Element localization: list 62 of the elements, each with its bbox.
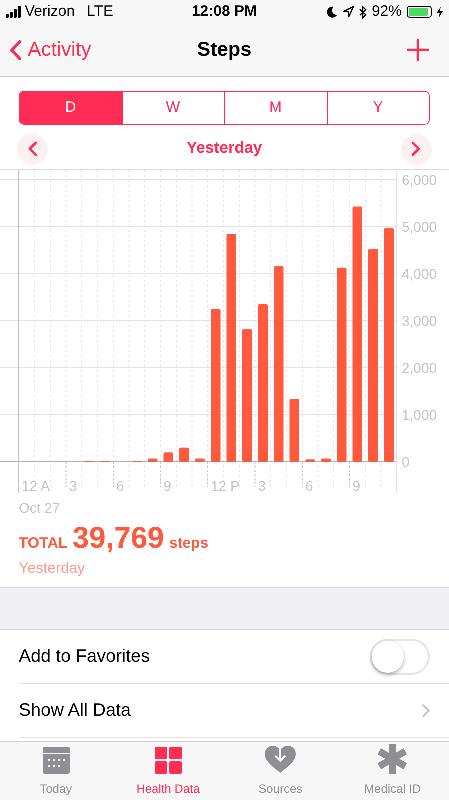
tab-bar-item[interactable]: Today [0, 742, 112, 800]
x-axis-label: 12 P [211, 478, 240, 494]
segment-tab[interactable]: Y [326, 92, 429, 124]
y-axis-label: 2,000 [402, 360, 438, 376]
bluetooth-icon [358, 6, 367, 18]
bar [148, 458, 158, 462]
x-axis-label: 6 [116, 478, 124, 494]
back-chevron-icon [10, 40, 22, 60]
heart-download-icon [265, 744, 296, 774]
x-axis-label: 9 [352, 478, 361, 494]
moon-icon [326, 6, 338, 18]
bar [306, 460, 316, 462]
calendar-icon [42, 747, 70, 774]
x-axis-label: 3 [258, 478, 266, 494]
left-chevron-icon [28, 141, 38, 157]
chart-date: Oct 27 [19, 499, 62, 518]
location-icon [342, 6, 354, 18]
x-axis-label: 3 [69, 478, 78, 494]
battery-percent: 92% [372, 2, 402, 22]
segment-tab[interactable]: D [20, 92, 122, 124]
bar [290, 399, 300, 462]
y-axis-label: 6,000 [402, 172, 438, 188]
grid-icon [154, 747, 182, 774]
carrier-name: Verizon [25, 2, 76, 22]
total-period: Yesterday [19, 559, 86, 579]
row-label: Show All Data [19, 699, 132, 722]
next-button[interactable] [400, 134, 432, 164]
charging-icon [436, 6, 443, 18]
status-time: 12:08 PM [192, 2, 258, 22]
previous-button[interactable] [17, 134, 48, 164]
total-value: 39,769 [72, 524, 164, 554]
settings-row[interactable]: Add to Favorites [19, 630, 449, 684]
total-unit: steps [169, 534, 209, 554]
tab-bar-item[interactable]: Sources [224, 742, 337, 800]
row-label: Add to Favorites [19, 645, 150, 668]
tab-bar-item[interactable]: Medical ID [336, 742, 449, 800]
right-chevron-icon [411, 141, 422, 157]
nav-title: Steps [197, 38, 252, 63]
x-axis-label: 9 [164, 478, 172, 494]
toggle-switch[interactable] [370, 638, 430, 674]
y-axis-label: 4,000 [402, 266, 438, 282]
total-label: TOTAL [19, 534, 68, 554]
bar [180, 448, 190, 462]
bar [321, 458, 331, 462]
asterisk-icon [378, 744, 408, 774]
back-button[interactable]: Activity [10, 35, 130, 65]
signal-icon [6, 6, 21, 18]
add-icon[interactable] [407, 39, 429, 61]
tab-bar-item[interactable]: Health Data [112, 742, 224, 800]
y-axis-label: 5,000 [402, 219, 438, 235]
date-label: Yesterday [186, 139, 262, 159]
y-axis-label: 1,000 [402, 407, 438, 423]
bar [164, 452, 174, 462]
y-axis-label: 3,000 [402, 313, 438, 329]
bar [195, 458, 205, 462]
network-type: LTE [87, 2, 114, 22]
x-axis-label: 12 A [22, 478, 50, 494]
y-axis-label: 0 [402, 454, 410, 470]
battery-icon [406, 6, 432, 18]
list-row[interactable]: Show All Data [19, 684, 449, 738]
chevron-icon [422, 704, 430, 718]
x-axis-label: 6 [306, 478, 314, 494]
